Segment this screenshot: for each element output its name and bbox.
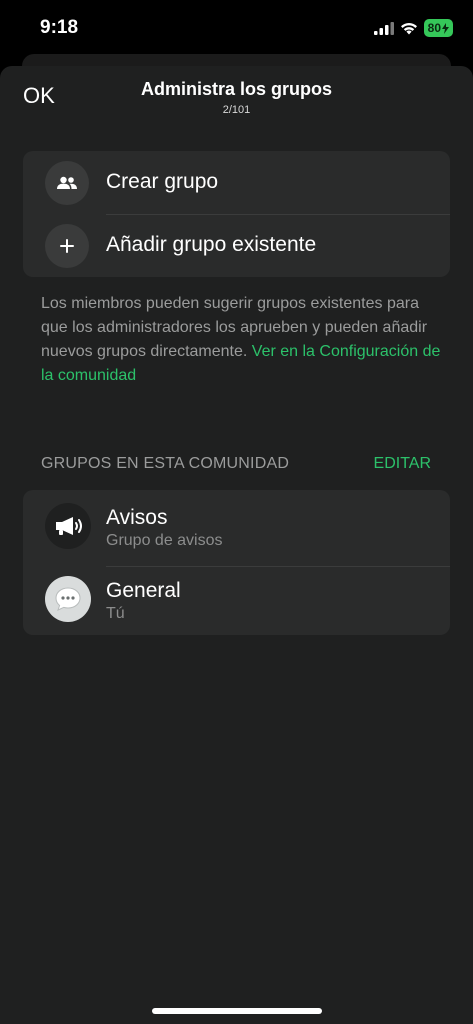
permissions-info: Los miembros pueden sugerir grupos exist… bbox=[41, 292, 441, 388]
status-bar: 9:18 80 bbox=[0, 0, 473, 56]
page-title: Administra los grupos bbox=[140, 79, 333, 99]
wifi-icon bbox=[400, 22, 417, 34]
battery-indicator: 80 bbox=[423, 19, 453, 37]
create-group-icon-circle bbox=[45, 161, 89, 205]
create-group-label: Crear grupo bbox=[106, 170, 219, 193]
create-group-button[interactable]: Crear grupo bbox=[23, 151, 450, 214]
battery-level: 80 bbox=[427, 21, 441, 35]
people-icon bbox=[57, 176, 77, 189]
avisos-avatar bbox=[45, 503, 91, 549]
add-existing-icon-circle bbox=[45, 224, 89, 268]
cellular-signal-icon bbox=[373, 21, 394, 35]
charging-bolt-icon bbox=[442, 22, 449, 34]
group-count: 2/101 bbox=[222, 104, 251, 116]
home-indicator[interactable] bbox=[152, 1008, 322, 1014]
group-subtitle: Tú bbox=[106, 605, 125, 622]
megaphone-icon bbox=[56, 517, 82, 535]
add-existing-group-button[interactable]: Añadir grupo existente bbox=[23, 214, 450, 277]
add-existing-group-label: Añadir grupo existente bbox=[106, 233, 317, 256]
edit-button[interactable]: EDITAR bbox=[374, 455, 431, 473]
general-avatar bbox=[45, 576, 91, 622]
groups-card: Avisos Grupo de avisos General Tú bbox=[23, 490, 450, 635]
group-row-general[interactable]: General Tú bbox=[23, 563, 450, 633]
group-name: Avisos bbox=[106, 506, 168, 529]
status-time: 9:18 bbox=[40, 17, 79, 38]
chat-bubble-icon bbox=[55, 587, 81, 611]
actions-card: Crear grupo Añadir grupo existente bbox=[23, 151, 450, 277]
group-name: General bbox=[106, 579, 181, 602]
groups-section-heading: GRUPOS EN ESTA COMUNIDAD bbox=[41, 455, 290, 472]
group-row-avisos[interactable]: Avisos Grupo de avisos bbox=[23, 490, 450, 560]
status-icons: 80 bbox=[373, 19, 453, 37]
group-subtitle: Grupo de avisos bbox=[106, 532, 223, 549]
plus-icon bbox=[60, 239, 74, 253]
